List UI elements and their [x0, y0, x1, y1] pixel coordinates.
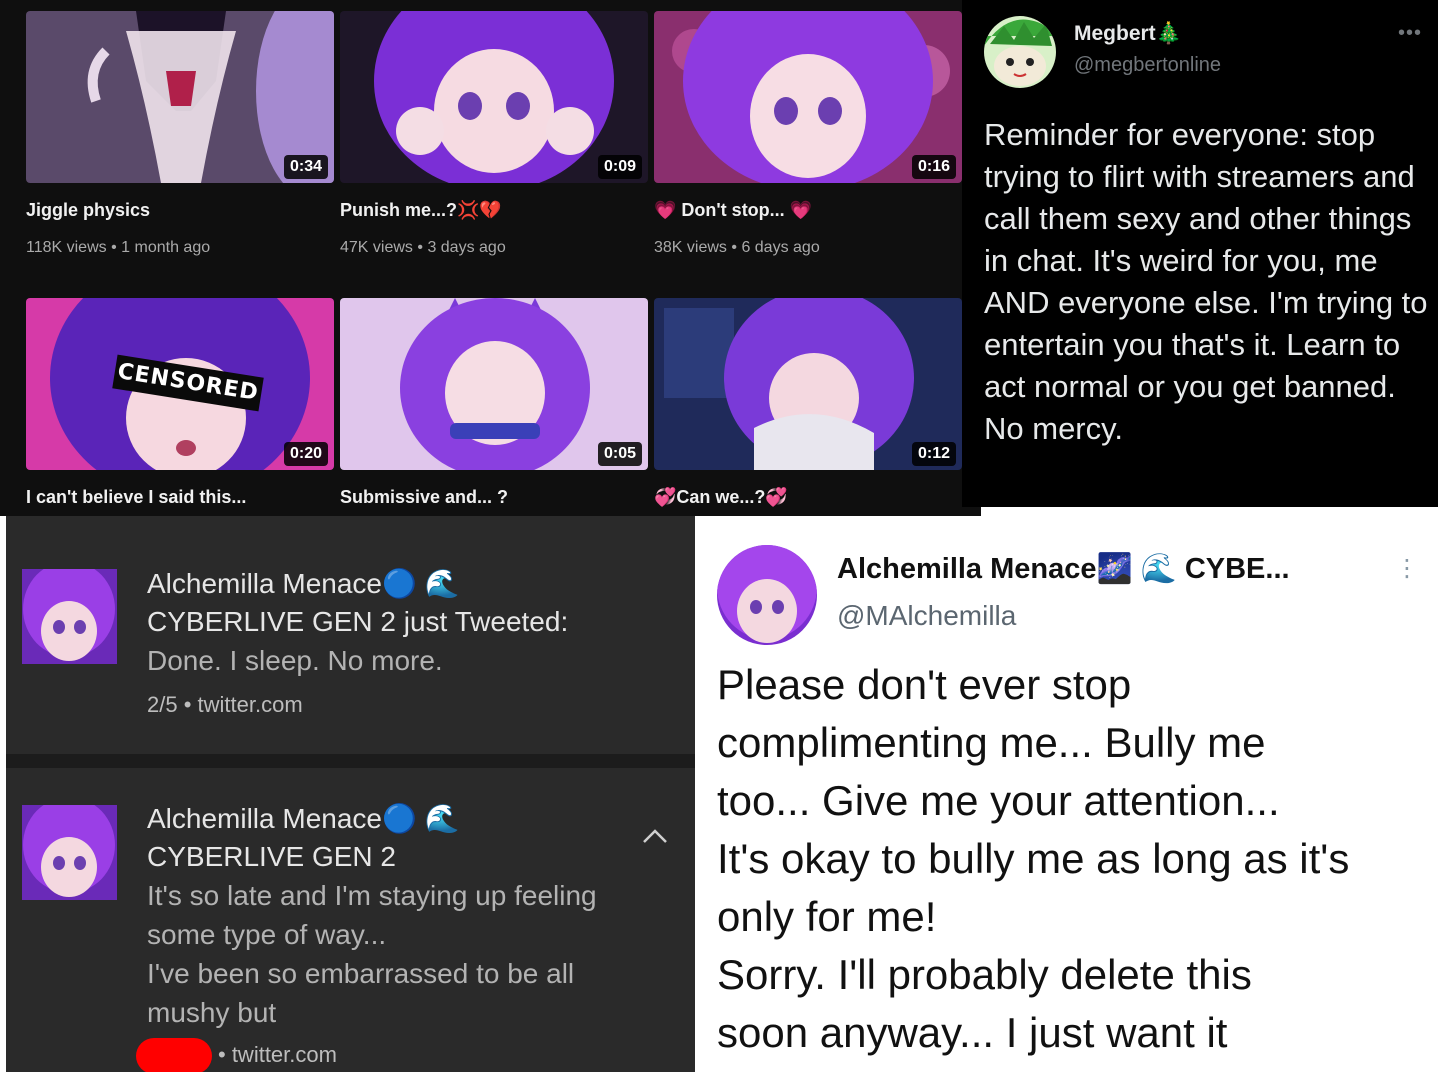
display-name[interactable]: Alchemilla Menace🌌 🌊 CYBE...: [837, 552, 1290, 586]
video-duration: 0:16: [911, 155, 956, 179]
video-thumbnail[interactable]: 0:09: [340, 11, 648, 183]
video-card[interactable]: 0:34 Jiggle physics 118K views • 1 month…: [26, 11, 334, 257]
video-title[interactable]: Jiggle physics: [26, 200, 334, 221]
view-count: 47K views: [340, 239, 413, 256]
alchemilla-tweet: Alchemilla Menace🌌 🌊 CYBE... @MAlchemill…: [695, 516, 1438, 1072]
tweet-text-line: Please don't ever stop: [717, 661, 1132, 708]
notification-list: Alchemilla Menace🔵 🌊 CYBERLIVE GEN 2 jus…: [6, 516, 695, 1072]
sender-name: Alchemilla Menace🔵 🌊: [147, 568, 460, 599]
avatar: [22, 805, 117, 900]
video-card[interactable]: 0:12 💞Can we...?💞: [654, 298, 962, 508]
notification-body: mushy but: [147, 997, 277, 1028]
avatar[interactable]: [984, 16, 1056, 88]
avatar-image: [22, 569, 117, 664]
view-count: 118K views: [26, 239, 107, 256]
redaction-mark: [136, 1038, 212, 1072]
upload-age: 6 days ago: [741, 239, 820, 256]
tweet-text-line: It's okay to bully me as long as it's: [717, 835, 1350, 882]
vertical-ellipsis-icon[interactable]: ⋮: [1395, 554, 1419, 583]
video-card[interactable]: 0:09 Punish me...?💢💔 47K views • 3 days …: [340, 11, 648, 257]
video-duration: 0:05: [597, 442, 642, 466]
youtube-video-grid: 0:34 Jiggle physics 118K views • 1 month…: [0, 0, 981, 516]
notification-meta: 2/5 • twitter.com: [147, 692, 303, 717]
video-card[interactable]: 0:05 Submissive and... ?: [340, 298, 648, 508]
video-meta: 118K views • 1 month ago: [26, 239, 334, 257]
notification-body: Done. I sleep. No more.: [147, 645, 443, 676]
meta-separator: •: [417, 239, 423, 256]
video-card[interactable]: CENSORED 0:20 I can't believe I said thi…: [26, 298, 334, 508]
video-thumbnail[interactable]: 0:34: [26, 11, 334, 183]
tweet-text-line: Sorry. I'll probably delete this: [717, 951, 1252, 998]
user-handle[interactable]: @megbertonline: [1074, 54, 1221, 77]
avatar-image: [717, 545, 817, 645]
avatar[interactable]: [717, 545, 817, 645]
tweet-text-line: only for me!: [717, 893, 937, 940]
video-thumbnail[interactable]: 0:16: [654, 11, 962, 183]
sender-name: Alchemilla Menace🔵 🌊: [147, 803, 460, 834]
meta-separator: •: [111, 239, 117, 256]
divider: [6, 754, 695, 768]
video-duration: 0:34: [283, 155, 328, 179]
avatar-image: [22, 805, 117, 900]
display-name[interactable]: Megbert🎄: [1074, 22, 1182, 46]
video-meta: 38K views • 6 days ago: [654, 239, 962, 257]
ellipsis-icon[interactable]: •••: [1398, 22, 1422, 45]
view-count: 38K views: [654, 239, 727, 256]
tweet-text: Reminder for everyone: stop trying to fl…: [984, 117, 1428, 446]
user-handle[interactable]: @MAlchemilla: [837, 600, 1016, 632]
notification-headline: CYBERLIVE GEN 2 just Tweeted:: [147, 606, 569, 637]
video-thumbnail[interactable]: 0:05: [340, 298, 648, 470]
notification-meta: • twitter.com: [136, 1038, 337, 1072]
video-title[interactable]: Punish me...?💢💔: [340, 200, 648, 221]
video-title[interactable]: 💞Can we...?💞: [654, 487, 962, 508]
video-meta: 47K views • 3 days ago: [340, 239, 648, 257]
video-title[interactable]: 💗 Don't stop... 💗: [654, 200, 962, 221]
upload-age: 3 days ago: [427, 239, 506, 256]
megbert-tweet: Megbert🎄 @megbertonline ••• Reminder for…: [962, 0, 1438, 507]
notification-body: I've been so embarrassed to be all: [147, 958, 575, 989]
avatar-image: [984, 16, 1056, 88]
tweet-text-line: soon anyway... I just want it: [717, 1009, 1228, 1056]
upload-age: 1 month ago: [121, 239, 211, 256]
video-duration: 0:20: [283, 442, 328, 466]
video-duration: 0:12: [911, 442, 956, 466]
meta-separator: •: [731, 239, 737, 256]
video-duration: 0:09: [597, 155, 642, 179]
notification-body: It's so late and I'm staying up feeling: [147, 880, 597, 911]
notification-body: some type of way...: [147, 919, 387, 950]
video-title[interactable]: Submissive and... ?: [340, 487, 648, 508]
video-title[interactable]: I can't believe I said this...: [26, 487, 334, 508]
source-label: • twitter.com: [218, 1041, 337, 1067]
tweet-text-line: complimenting me... Bully me: [717, 719, 1266, 766]
tweet-text-line: too... Give me your attention...: [717, 777, 1280, 824]
tweet-text: Please don't ever stop complimenting me.…: [717, 656, 1437, 1062]
video-thumbnail[interactable]: CENSORED 0:20: [26, 298, 334, 470]
video-thumbnail[interactable]: 0:12: [654, 298, 962, 470]
video-card[interactable]: 0:16 💗 Don't stop... 💗 38K views • 6 day…: [654, 11, 962, 257]
chevron-up-icon[interactable]: [642, 820, 668, 851]
avatar: [22, 569, 117, 664]
notification-headline: CYBERLIVE GEN 2: [147, 841, 396, 872]
